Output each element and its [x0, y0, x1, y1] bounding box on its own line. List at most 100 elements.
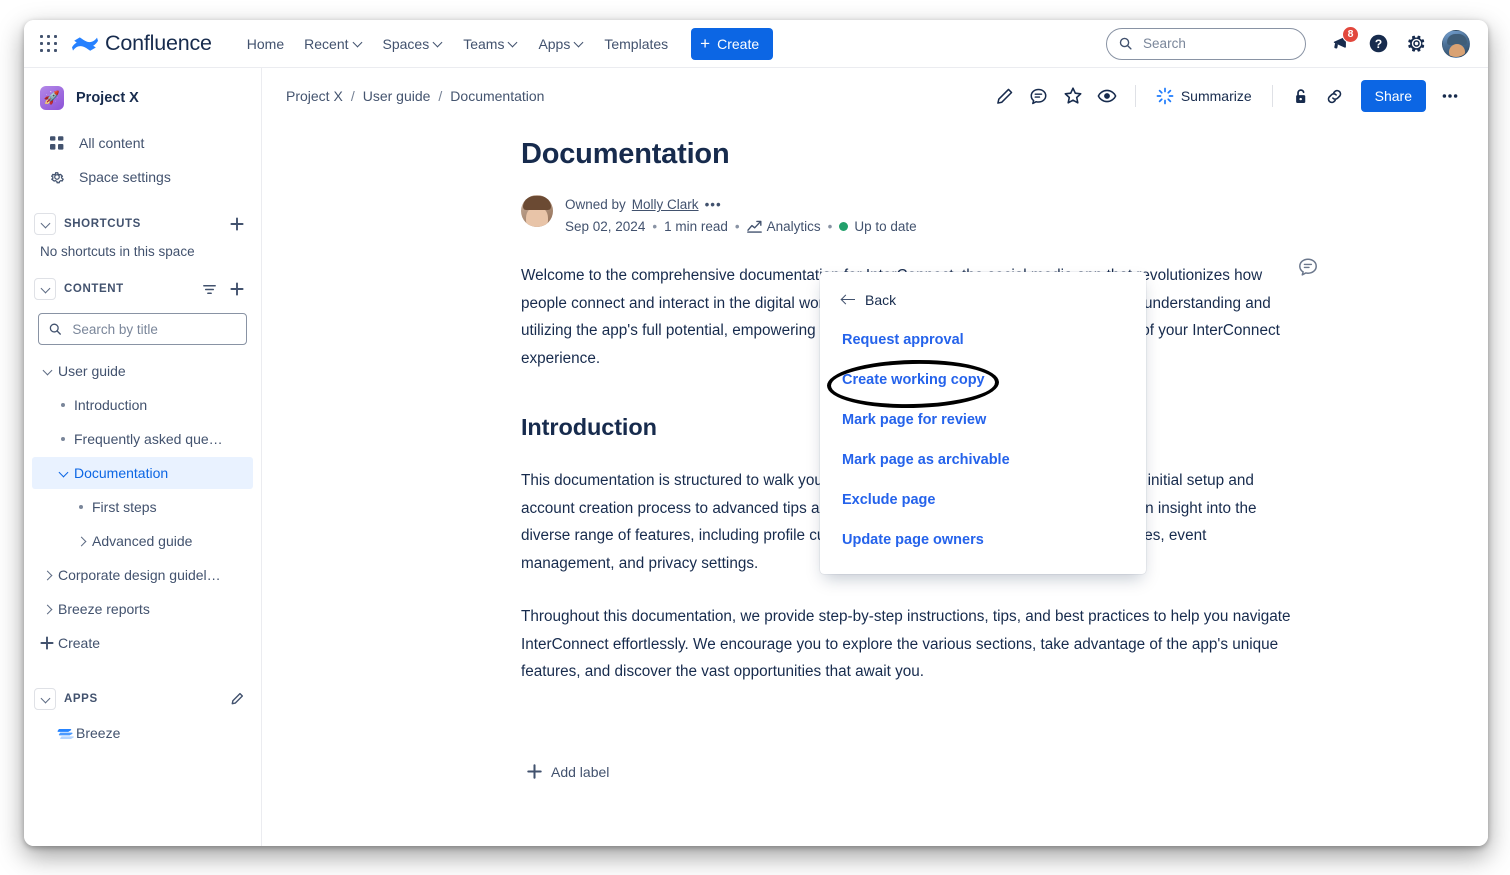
summarize-label: Summarize	[1180, 88, 1252, 104]
comment-icon	[1030, 88, 1047, 104]
owner-avatar[interactable]	[521, 195, 553, 227]
confluence-logo-link[interactable]: Confluence	[72, 31, 212, 56]
tree-item-corporate-design-guidelines[interactable]: Corporate design guidel…	[32, 559, 253, 591]
tree-item-breeze-reports[interactable]: Breeze reports	[32, 593, 253, 625]
tree-item-introduction[interactable]: Introduction	[32, 389, 253, 421]
gear-icon	[1407, 35, 1424, 52]
share-button[interactable]: Share	[1360, 80, 1426, 112]
plus-icon	[36, 636, 58, 650]
notifications-button[interactable]: 8	[1324, 25, 1359, 60]
nav-item-recent[interactable]: Recent	[295, 30, 371, 58]
help-button[interactable]: ?	[1362, 28, 1394, 60]
tree-item-documentation[interactable]: Documentation	[32, 457, 253, 489]
comments-button[interactable]	[1023, 80, 1055, 112]
tree-item-user-guide[interactable]: User guide	[32, 355, 253, 387]
chevron-down-icon[interactable]	[52, 469, 74, 478]
content-collapse-toggle[interactable]	[34, 278, 56, 300]
global-search-box[interactable]	[1106, 27, 1306, 60]
user-avatar[interactable]	[1442, 29, 1470, 58]
plus-icon	[230, 282, 244, 296]
popup-item-create-working-copy[interactable]: Create working copy	[842, 372, 985, 388]
add-shortcut-button[interactable]	[225, 212, 249, 236]
tree-item-label: Advanced guide	[92, 533, 193, 549]
analytics-link[interactable]: Analytics	[746, 217, 821, 236]
pencil-icon	[231, 692, 244, 705]
space-header[interactable]: 🚀 Project X	[24, 82, 261, 114]
chevron-down-icon[interactable]	[36, 367, 58, 376]
settings-button[interactable]	[1400, 28, 1432, 60]
popup-item-request-approval[interactable]: Request approval	[842, 332, 964, 348]
nav-item-apps[interactable]: Apps	[529, 30, 593, 58]
edit-pencil-icon	[997, 88, 1013, 104]
app-switcher-icon[interactable]	[40, 34, 58, 53]
page-content-area: Project X / User guide / Documentation S…	[262, 68, 1488, 846]
nav-label: Teams	[463, 35, 505, 52]
search-icon	[49, 323, 61, 335]
sidebar-app-breeze[interactable]: Breeze	[32, 717, 253, 749]
shortcuts-section-header: SHORTCUTS	[24, 208, 261, 240]
star-page-button[interactable]	[1057, 80, 1089, 112]
nav-item-teams[interactable]: Teams	[454, 30, 527, 58]
more-actions-button[interactable]	[1434, 80, 1466, 112]
content-title-search[interactable]	[38, 313, 247, 345]
sidebar-item-space-settings[interactable]: Space settings	[32, 160, 253, 194]
ellipsis-icon	[1442, 94, 1458, 98]
owner-name-link[interactable]: Molly Clark	[632, 195, 699, 214]
tree-item-label: Breeze reports	[58, 601, 150, 617]
status-badge[interactable]: Up to date	[839, 217, 917, 236]
space-emoji: 🚀	[43, 90, 61, 105]
edit-page-button[interactable]	[989, 80, 1021, 112]
nav-item-home[interactable]: Home	[238, 30, 293, 58]
filter-content-button[interactable]	[197, 277, 221, 301]
global-nav-right-group: 8 ?	[1106, 25, 1470, 60]
content-title: CONTENT	[64, 283, 124, 295]
popup-item-mark-page-for-review[interactable]: Mark page for review	[842, 412, 986, 428]
watch-page-button[interactable]	[1091, 80, 1123, 112]
tree-item-frequently-asked-questions[interactable]: Frequently asked que…	[32, 423, 253, 455]
star-icon	[1064, 87, 1082, 104]
summarize-button[interactable]: Summarize	[1148, 80, 1260, 112]
page-tools-group: Summarize Share	[989, 80, 1466, 112]
page-actions-popup: Back Request approval Create working cop…	[820, 272, 1146, 574]
copy-link-button[interactable]	[1319, 80, 1351, 112]
popup-back-button[interactable]: Back	[842, 292, 1124, 308]
bullet-dot-icon	[52, 403, 74, 407]
breadcrumb-item-user-guide[interactable]: User guide	[363, 88, 431, 104]
ai-sparkle-icon	[1156, 87, 1174, 105]
owner-more-icon[interactable]: •••	[705, 195, 722, 214]
create-button[interactable]: + Create	[691, 27, 774, 60]
nav-item-spaces[interactable]: Spaces	[374, 30, 453, 58]
tree-item-advanced-guide[interactable]: Advanced guide	[32, 525, 253, 557]
breadcrumb-separator: /	[350, 88, 355, 104]
notification-badge: 8	[1342, 25, 1359, 43]
page-tree: User guide Introduction Frequently asked…	[24, 355, 261, 659]
tree-item-first-steps[interactable]: First steps	[32, 491, 253, 523]
breadcrumb-item-project-x[interactable]: Project X	[286, 88, 343, 104]
nav-item-templates[interactable]: Templates	[595, 30, 677, 58]
chevron-right-icon[interactable]	[70, 537, 92, 546]
add-label-button[interactable]: Add label	[521, 760, 615, 784]
apps-section-header: APPS	[24, 683, 261, 715]
popup-item-exclude-page[interactable]: Exclude page	[842, 492, 935, 508]
apps-collapse-toggle[interactable]	[34, 688, 56, 710]
plus-icon	[527, 764, 542, 779]
title-search-input[interactable]	[70, 320, 236, 338]
search-input[interactable]	[1141, 35, 1293, 52]
popup-item-update-page-owners[interactable]: Update page owners	[842, 532, 984, 548]
add-content-button[interactable]	[225, 277, 249, 301]
popup-item-mark-page-as-archivable[interactable]: Mark page as archivable	[842, 452, 1010, 468]
sidebar-item-all-content[interactable]: All content	[32, 126, 253, 160]
chevron-right-icon[interactable]	[36, 605, 58, 614]
unlock-icon	[1296, 88, 1306, 103]
tree-item-create[interactable]: Create	[32, 627, 253, 659]
chevron-down-icon	[434, 38, 443, 47]
chevron-right-icon[interactable]	[36, 571, 58, 580]
chevron-down-icon	[354, 38, 363, 47]
inline-comment-bubble-icon[interactable]	[1297, 256, 1321, 280]
breadcrumb-item-documentation[interactable]: Documentation	[450, 88, 544, 104]
edit-apps-button[interactable]	[225, 687, 249, 711]
page-action-bar: Project X / User guide / Documentation S…	[262, 68, 1488, 124]
chevron-down-icon	[41, 695, 50, 704]
restrictions-button[interactable]	[1285, 80, 1317, 112]
shortcuts-collapse-toggle[interactable]	[34, 213, 56, 235]
